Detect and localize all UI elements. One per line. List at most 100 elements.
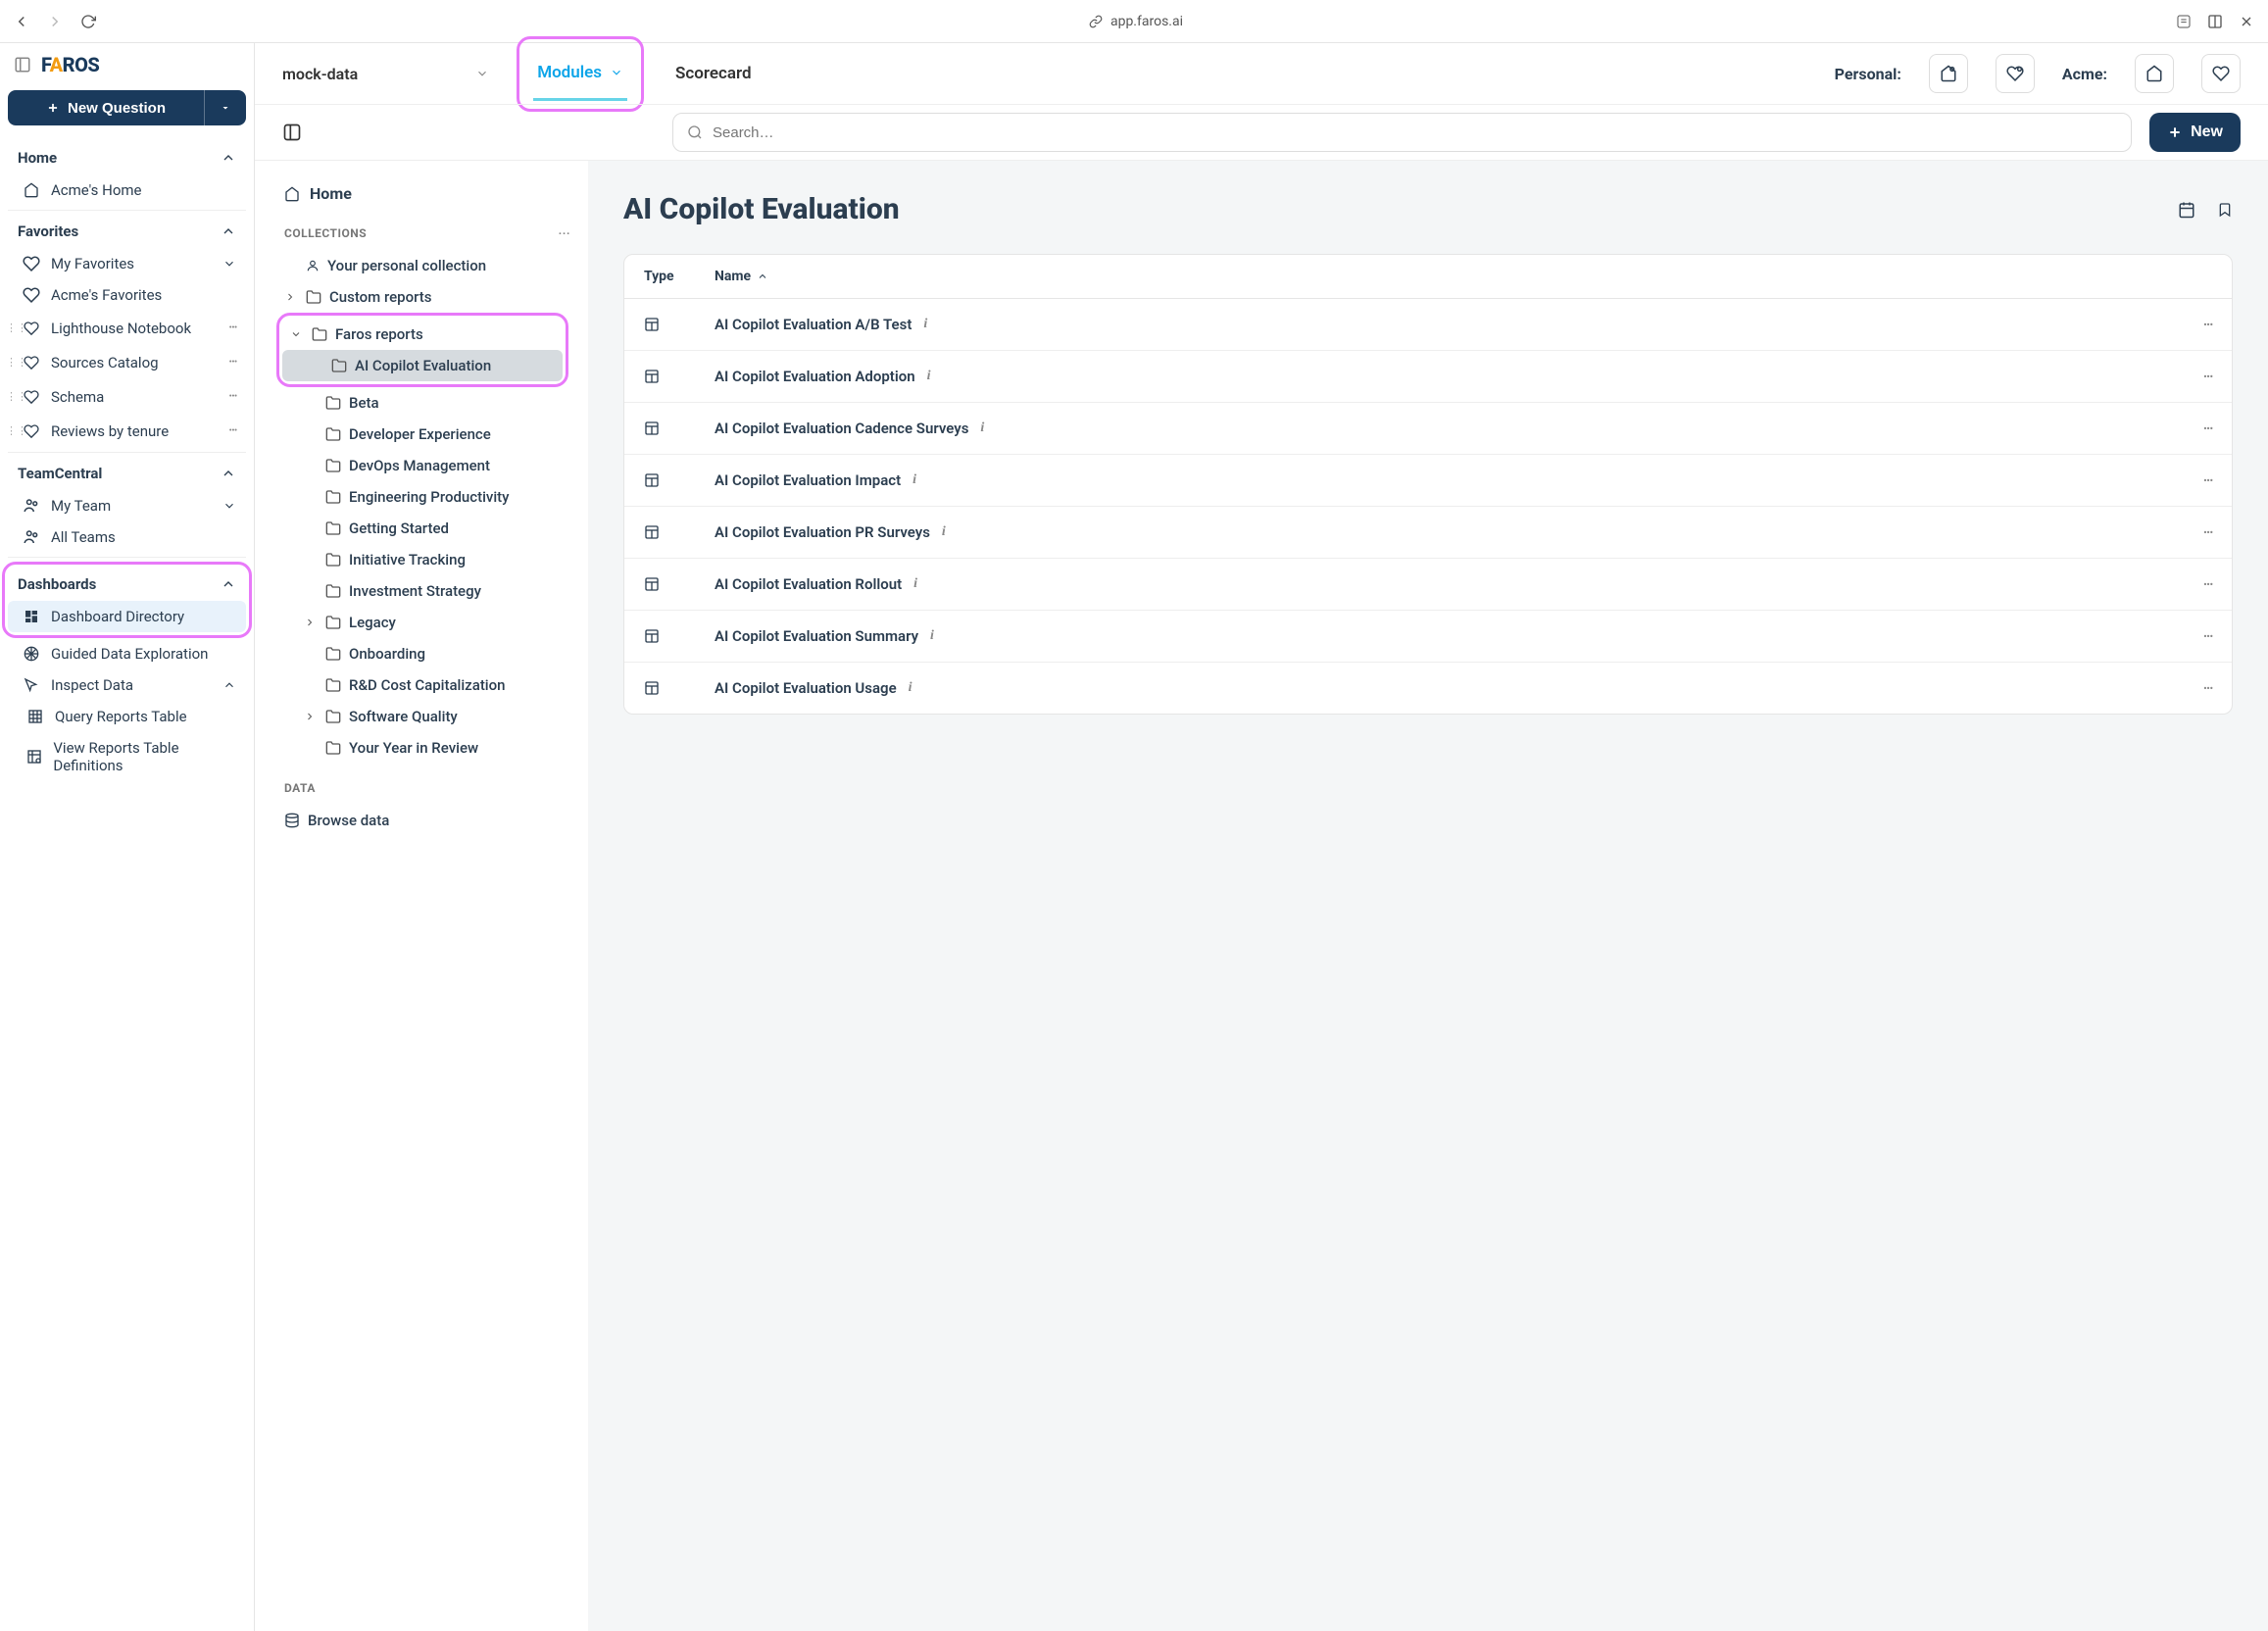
tab-label: Scorecard [675, 64, 752, 83]
more-icon[interactable]: ··· [228, 420, 236, 441]
logo[interactable]: FAROS [41, 53, 99, 76]
nav-inspect-data[interactable]: Inspect Data [8, 669, 246, 701]
tree-item[interactable]: Investment Strategy [276, 575, 578, 607]
acme-home-button[interactable] [2135, 54, 2174, 93]
grip-icon[interactable]: ⋮⋮ [6, 424, 27, 437]
search-input[interactable] [713, 124, 2117, 141]
table-row[interactable]: AI Copilot Evaluation Adoption i ··· [624, 351, 2232, 403]
tree-item[interactable]: Initiative Tracking [276, 544, 578, 575]
acme-favorites-button[interactable] [2201, 54, 2241, 93]
panel-toggle-icon[interactable] [282, 123, 302, 142]
row-more-icon[interactable]: ··· [2202, 624, 2212, 648]
new-question-button[interactable]: New Question [8, 90, 205, 125]
nav-reviews-by-tenure[interactable]: ⋮⋮ Reviews by tenure ··· [8, 414, 246, 448]
section-home-header[interactable]: Home [8, 141, 246, 174]
tree-custom-reports[interactable]: Custom reports [276, 281, 578, 313]
row-more-icon[interactable]: ··· [2202, 313, 2212, 336]
bookmark-icon[interactable] [2217, 201, 2233, 219]
nav-query-reports[interactable]: Query Reports Table [8, 701, 246, 732]
nav-all-teams[interactable]: All Teams [8, 521, 246, 553]
collections-more-icon[interactable]: ··· [559, 226, 570, 240]
grip-icon[interactable]: ⋮⋮ [6, 356, 27, 369]
row-more-icon[interactable]: ··· [2202, 417, 2212, 440]
more-icon[interactable]: ··· [228, 352, 236, 372]
search-box[interactable] [672, 113, 2132, 152]
nav-guided-data[interactable]: Guided Data Exploration [8, 638, 246, 669]
row-more-icon[interactable]: ··· [2202, 469, 2212, 492]
info-icon[interactable]: i [930, 628, 934, 644]
collections-home[interactable]: Home [276, 178, 578, 209]
new-button[interactable]: New [2149, 113, 2241, 152]
nav-acme-favorites[interactable]: Acme's Favorites [8, 279, 246, 311]
back-icon[interactable] [12, 12, 31, 31]
tree-faros-reports[interactable]: Faros reports [282, 319, 563, 350]
personal-favorites-button[interactable] [1996, 54, 2035, 93]
row-more-icon[interactable]: ··· [2202, 676, 2212, 700]
table-row[interactable]: AI Copilot Evaluation PR Surveys i ··· [624, 507, 2232, 559]
nav-my-favorites[interactable]: My Favorites [8, 248, 246, 279]
personal-label: Personal: [1835, 65, 1901, 83]
nav-view-reports[interactable]: View Reports Table Definitions [8, 732, 246, 781]
chevron-down-icon [222, 257, 236, 271]
more-icon[interactable]: ··· [228, 386, 236, 407]
tree-browse-data[interactable]: Browse data [276, 805, 578, 836]
grip-icon[interactable]: ⋮⋮ [6, 390, 27, 403]
personal-home-button[interactable] [1929, 54, 1968, 93]
info-icon[interactable]: i [912, 472, 916, 488]
tree-item[interactable]: Developer Experience [276, 419, 578, 450]
table-row[interactable]: AI Copilot Evaluation Rollout i ··· [624, 559, 2232, 611]
tree-item-label: Developer Experience [349, 425, 491, 443]
info-icon[interactable]: i [913, 576, 917, 592]
nav-item-label: Lighthouse Notebook [51, 320, 191, 337]
forward-icon[interactable] [45, 12, 65, 31]
info-icon[interactable]: i [909, 680, 912, 696]
sidebar-toggle-icon[interactable] [14, 56, 31, 74]
nav-sources-catalog[interactable]: ⋮⋮ Sources Catalog ··· [8, 345, 246, 379]
panels-icon[interactable] [2205, 12, 2225, 31]
nav-schema[interactable]: ⋮⋮ Schema ··· [8, 379, 246, 414]
tree-item[interactable]: Software Quality [276, 701, 578, 732]
reload-icon[interactable] [78, 12, 98, 31]
tree-item[interactable]: Your Year in Review [276, 732, 578, 764]
section-favorites-header[interactable]: Favorites [8, 215, 246, 248]
tree-ai-copilot-evaluation[interactable]: AI Copilot Evaluation [282, 350, 563, 381]
info-icon[interactable]: i [980, 420, 984, 436]
tree-item[interactable]: Onboarding [276, 638, 578, 669]
tree-item[interactable]: Legacy [276, 607, 578, 638]
row-more-icon[interactable]: ··· [2202, 365, 2212, 388]
info-icon[interactable]: i [942, 524, 946, 540]
table-row[interactable]: AI Copilot Evaluation Impact i ··· [624, 455, 2232, 507]
grip-icon[interactable]: ⋮⋮ [6, 321, 27, 334]
info-icon[interactable]: i [927, 369, 931, 384]
table-row[interactable]: AI Copilot Evaluation Usage i ··· [624, 663, 2232, 714]
section-dashboards-header[interactable]: Dashboards [8, 568, 246, 601]
tree-item[interactable]: Engineering Productivity [276, 481, 578, 513]
table-row[interactable]: AI Copilot Evaluation A/B Test i ··· [624, 299, 2232, 351]
close-icon[interactable] [2237, 12, 2256, 31]
nav-lighthouse-notebook[interactable]: ⋮⋮ Lighthouse Notebook ··· [8, 311, 246, 345]
new-question-dropdown[interactable] [205, 90, 246, 125]
tab-scorecard[interactable]: Scorecard [671, 48, 756, 99]
column-name-header[interactable]: Name [715, 269, 2212, 284]
tree-item[interactable]: Getting Started [276, 513, 578, 544]
more-icon[interactable]: ··· [228, 318, 236, 338]
tree-item[interactable]: DevOps Management [276, 450, 578, 481]
tree-personal-collection[interactable]: Your personal collection [276, 250, 578, 281]
section-teamcentral-header[interactable]: TeamCentral [8, 457, 246, 490]
data-source-dropdown[interactable]: mock-data [282, 65, 489, 83]
calendar-icon[interactable] [2178, 201, 2195, 219]
table-row[interactable]: AI Copilot Evaluation Summary i ··· [624, 611, 2232, 663]
table-row[interactable]: AI Copilot Evaluation Cadence Surveys i … [624, 403, 2232, 455]
tree-item[interactable]: R&D Cost Capitalization [276, 669, 578, 701]
nav-acme-home[interactable]: Acme's Home [8, 174, 246, 206]
tree-item[interactable]: Beta [276, 387, 578, 419]
nav-dashboard-directory[interactable]: Dashboard Directory [8, 601, 246, 632]
devtools-icon[interactable] [2174, 12, 2194, 31]
column-type-header[interactable]: Type [644, 269, 715, 284]
row-more-icon[interactable]: ··· [2202, 520, 2212, 544]
dashboard-icon [644, 576, 660, 592]
tab-modules[interactable]: Modules [533, 47, 627, 101]
info-icon[interactable]: i [923, 317, 927, 332]
row-more-icon[interactable]: ··· [2202, 572, 2212, 596]
nav-my-team[interactable]: My Team [8, 490, 246, 521]
